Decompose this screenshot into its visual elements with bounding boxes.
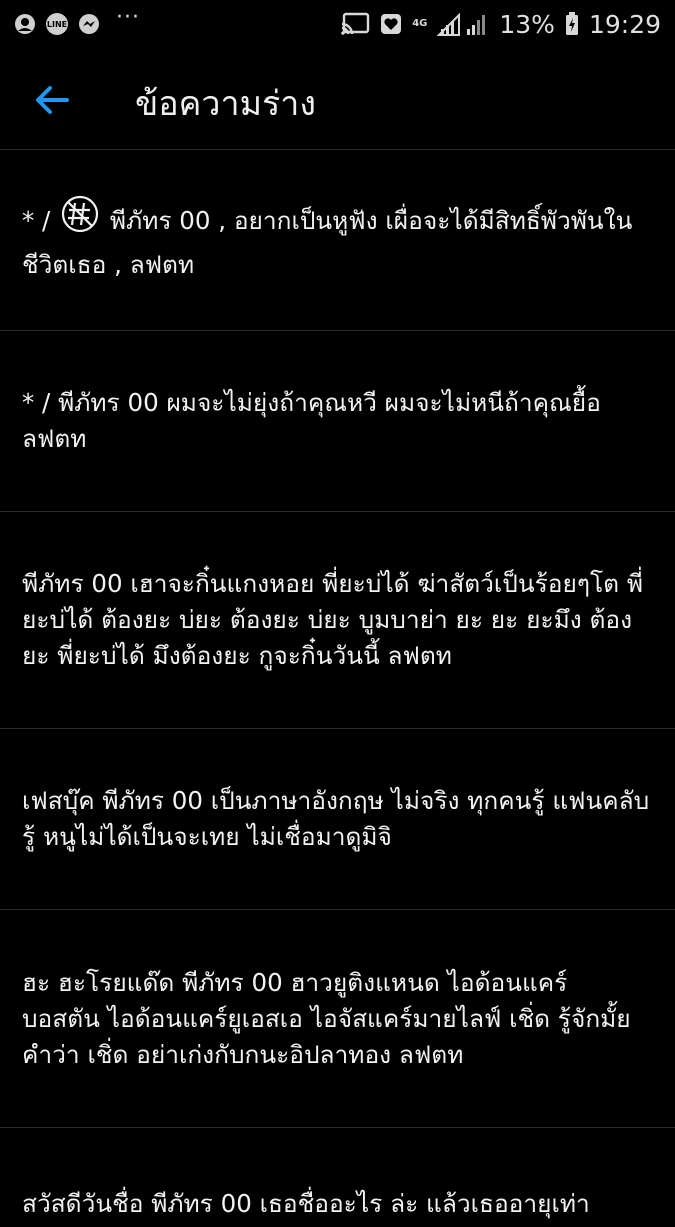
draft-list: * / พีภัทร 00 , อยากเป็นหูฟัง เผื่อจะได้… [0, 149, 675, 1227]
clock: 19:29 [588, 9, 661, 39]
battery-charging-icon [565, 12, 579, 36]
signal-icon [437, 11, 489, 37]
draft-body: พีภัทร 00 , อยากเป็นหูฟัง เผื่อจะได้มีสิ… [22, 206, 633, 279]
status-bar: LINE ··· 4G 13% 19:29 [0, 0, 675, 48]
battery-percent: 13% [499, 9, 555, 39]
draft-text: ฮะ ฮะโรยแด๊ด พีภัทร 00 ฮาวยูติงแหนด ไอด้… [22, 967, 631, 1069]
heart-notification-icon [380, 13, 402, 35]
draft-item[interactable]: ฮะ ฮะโรยแด๊ด พีภัทร 00 ฮาวยูติงแหนด ไอด้… [0, 909, 675, 1127]
app-bar: ข้อความร่าง [0, 48, 675, 149]
more-notifications-icon: ··· [116, 5, 140, 30]
draft-text: พีภัทร 00 เฮาจะกิ๋นแกงหอย พี่ยะบ่ได้ ฆ่า… [22, 569, 644, 670]
messenger-icon [78, 13, 100, 35]
draft-prefix: * / [22, 206, 51, 235]
draft-text: * / พีภัทร 00 ผมจะไม่ยุ่งถ้าคุณหวี ผมจะไ… [22, 388, 601, 453]
arrow-left-icon [36, 86, 69, 114]
draft-item[interactable]: สวัสดีวันชื่อ พีภัทร 00 เธอชื่ออะไร ล่ะ … [0, 1127, 675, 1227]
draft-text: เฟสบุ๊ค พีภัทร 00 เป็นภาษาอังกฤษ ไม่จริง… [22, 786, 650, 851]
draft-item[interactable]: * / พีภัทร 00 , อยากเป็นหูฟัง เผื่อจะได้… [0, 149, 675, 330]
draft-item[interactable]: เฟสบุ๊ค พีภัทร 00 เป็นภาษาอังกฤษ ไม่จริง… [0, 728, 675, 909]
status-bar-right: 4G 13% 19:29 [340, 10, 661, 39]
app-notification-icon [14, 13, 36, 35]
status-bar-left: LINE ··· [14, 7, 140, 35]
cast-icon [340, 12, 370, 36]
draft-item[interactable]: พีภัทร 00 เฮาจะกิ๋นแกงหอย พี่ยะบ่ได้ ฆ่า… [0, 511, 675, 728]
hashtag-no-icon [60, 194, 100, 244]
draft-item[interactable]: * / พีภัทร 00 ผมจะไม่ยุ่งถ้าคุณหวี ผมจะไ… [0, 330, 675, 511]
line-app-icon: LINE [46, 13, 68, 35]
network-type-label: 4G [412, 18, 428, 29]
page-title: ข้อความร่าง [135, 84, 316, 124]
draft-text: * / พีภัทร 00 , อยากเป็นหูฟัง เผื่อจะได้… [22, 194, 651, 283]
back-button[interactable] [30, 78, 74, 122]
draft-text: สวัสดีวันชื่อ พีภัทร 00 เธอชื่ออะไร ล่ะ … [22, 1189, 590, 1218]
